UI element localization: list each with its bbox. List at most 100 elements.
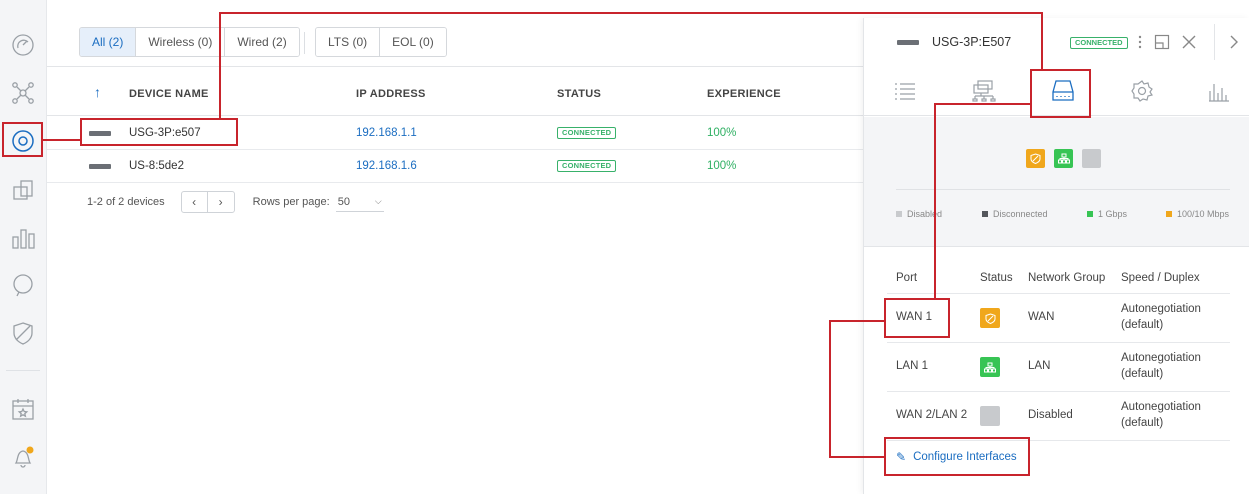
- panel-title: USG-3P:E507: [932, 35, 1012, 49]
- status-badge: CONNECTED: [557, 127, 617, 139]
- device-ip[interactable]: 192.168.1.1: [356, 127, 417, 139]
- events-icon[interactable]: [8, 394, 38, 424]
- legend-disabled: Disabled: [896, 209, 942, 219]
- port-name: LAN 1: [896, 360, 928, 372]
- port-col-speed: Speed / Duplex: [1121, 272, 1200, 284]
- port-group: Disabled: [1028, 409, 1073, 421]
- status-badge: CONNECTED: [557, 160, 617, 172]
- left-sidebar: [0, 0, 47, 494]
- device-experience: 100%: [707, 160, 737, 172]
- configure-interfaces-label: Configure Interfaces: [913, 451, 1017, 463]
- col-device-name[interactable]: DEVICE NAME: [129, 88, 209, 100]
- filter-divider: [304, 32, 305, 54]
- wan-shield-icon: [980, 308, 1000, 328]
- lan-port-icon[interactable]: [1054, 149, 1073, 168]
- gateway-device-icon: [89, 131, 111, 136]
- switch-device-icon: [89, 164, 111, 169]
- device-type-filter: All (2) Wireless (0) Wired (2): [79, 27, 300, 57]
- device-name: USG-3P:e507: [129, 127, 201, 139]
- gateway-device-icon: [897, 40, 919, 45]
- port-name: WAN 1: [896, 311, 932, 323]
- rows-per-page-select[interactable]: 50 ⌵: [335, 192, 384, 212]
- filter-wireless[interactable]: Wireless (0): [136, 28, 226, 56]
- col-ip-address[interactable]: IP ADDRESS: [356, 88, 426, 100]
- device-ip[interactable]: 192.168.1.6: [356, 160, 417, 172]
- pagination-summary: 1-2 of 2 devices: [87, 196, 165, 208]
- alerts-icon[interactable]: [8, 442, 38, 472]
- legend-disconnected: Disconnected: [982, 209, 1048, 219]
- port-table-divider: [887, 342, 1230, 343]
- port-group: WAN: [1028, 311, 1055, 323]
- port-table-divider: [887, 440, 1230, 441]
- insights-icon[interactable]: [8, 270, 38, 300]
- pagination-buttons: ‹ ›: [180, 191, 235, 213]
- uplink-icon[interactable]: [969, 78, 999, 104]
- port-speed: Autonegotiation: [1121, 303, 1201, 315]
- port-speed: Autonegotiation: [1121, 352, 1201, 364]
- port-name: WAN 2/LAN 2: [896, 409, 968, 421]
- pencil-icon: ✎: [896, 450, 907, 464]
- legend-label: 1 Gbps: [1098, 209, 1128, 219]
- next-page-button[interactable]: ›: [208, 192, 234, 212]
- popout-icon[interactable]: [1152, 32, 1172, 52]
- lifecycle-filter: LTS (0) EOL (0): [315, 27, 447, 57]
- ports-icon[interactable]: [1048, 78, 1078, 104]
- sidebar-divider: [6, 370, 40, 371]
- filter-wired[interactable]: Wired (2): [225, 28, 299, 56]
- settings-icon[interactable]: [1127, 78, 1157, 104]
- device-detail-panel: USG-3P:E507 CONNECTED Disabled Disconnec…: [863, 18, 1249, 494]
- close-icon[interactable]: [1179, 32, 1199, 52]
- arrow-up-icon[interactable]: ↑: [94, 84, 101, 100]
- filter-bar: All (2) Wireless (0) Wired (2) LTS (0) E…: [47, 0, 863, 67]
- legend-swatch: [896, 211, 902, 217]
- col-status[interactable]: STATUS: [557, 88, 601, 100]
- port-table-divider: [887, 293, 1230, 294]
- legend-swatch: [1166, 211, 1172, 217]
- col-experience[interactable]: EXPERIENCE: [707, 88, 781, 100]
- port-speed-default: (default): [1121, 417, 1164, 429]
- legend-label: Disabled: [907, 209, 943, 219]
- port-col-network-group: Network Group: [1028, 272, 1106, 284]
- table-row[interactable]: USG-3P:e507 192.168.1.1 CONNECTED 100%: [47, 117, 863, 150]
- more-options-icon[interactable]: [1130, 32, 1150, 52]
- panel-header: USG-3P:E507 CONNECTED: [864, 18, 1249, 66]
- lan-network-icon: [980, 357, 1000, 377]
- port-col-status: Status: [980, 272, 1013, 284]
- status-badge: CONNECTED: [1070, 37, 1128, 49]
- filter-lts[interactable]: LTS (0): [316, 28, 381, 56]
- port-visualizer: Disabled Disconnected 1 Gbps 100/10 Mbps: [864, 117, 1249, 247]
- filter-eol[interactable]: EOL (0): [380, 28, 446, 56]
- clients-icon[interactable]: [8, 175, 38, 205]
- filter-all[interactable]: All (2): [80, 28, 137, 56]
- rows-per-page-label: Rows per page:: [252, 196, 330, 208]
- pagination: 1-2 of 2 devices ‹ › Rows per page: 50 ⌵: [87, 191, 384, 213]
- details-icon[interactable]: [890, 78, 920, 104]
- legend-swatch: [982, 211, 988, 217]
- rows-per-page-value: 50: [337, 195, 350, 208]
- port-speed: Autonegotiation: [1121, 401, 1201, 413]
- configure-interfaces-link[interactable]: ✎ Configure Interfaces: [896, 450, 1017, 464]
- legend-swatch: [1087, 211, 1093, 217]
- header-divider: [1214, 24, 1215, 60]
- legend-1gbps: 1 Gbps: [1087, 209, 1127, 219]
- disabled-port-icon[interactable]: [1082, 149, 1101, 168]
- threat-management-icon[interactable]: [8, 318, 38, 348]
- device-experience: 100%: [707, 127, 737, 139]
- legend-label: 100/10 Mbps: [1177, 209, 1230, 219]
- devices-icon[interactable]: [8, 126, 38, 156]
- panel-tabs: [864, 66, 1249, 116]
- statistics-icon[interactable]: [1204, 78, 1234, 104]
- wan-port-icon[interactable]: [1026, 149, 1045, 168]
- chevron-right-icon[interactable]: [1224, 32, 1244, 52]
- port-speed-default: (default): [1121, 368, 1164, 380]
- statistics-icon[interactable]: [8, 223, 38, 253]
- prev-page-button[interactable]: ‹: [182, 192, 208, 212]
- port-col-port: Port: [896, 272, 918, 284]
- table-header: ↑ DEVICE NAME IP ADDRESS STATUS EXPERIEN…: [47, 78, 863, 116]
- device-name: US-8:5de2: [129, 160, 184, 172]
- topology-icon[interactable]: [8, 78, 38, 108]
- dashboard-icon[interactable]: [8, 30, 38, 60]
- ports-divider: [896, 189, 1230, 190]
- port-speed-default: (default): [1121, 319, 1164, 331]
- table-row[interactable]: US-8:5de2 192.168.1.6 CONNECTED 100%: [47, 150, 863, 183]
